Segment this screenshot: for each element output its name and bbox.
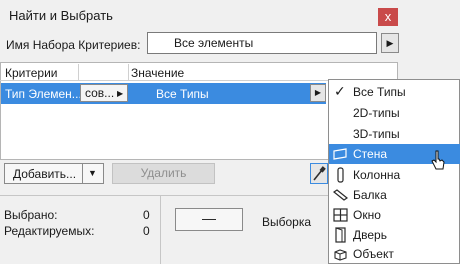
row-value-dropdown-button[interactable]: ▶ <box>310 84 326 102</box>
deselect-button[interactable]: — <box>175 208 243 231</box>
mouse-pointer-icon <box>431 150 445 170</box>
dropdown-item-label: 3D-типы <box>353 127 400 141</box>
dropdown-item-all-types[interactable]: ✓ Все Типы <box>329 82 460 102</box>
dropdown-item-label: Колонна <box>353 168 401 182</box>
dropdown-item-label: Дверь <box>353 228 387 242</box>
object-icon <box>334 249 347 261</box>
dropdown-item-label: Объект <box>353 247 394 261</box>
close-button[interactable]: x <box>378 8 398 26</box>
column-header-criteria[interactable]: Критерии <box>5 66 57 80</box>
divider <box>160 196 161 264</box>
wall-icon <box>333 148 347 160</box>
column-header-value[interactable]: Значение <box>131 66 184 80</box>
dropdown-item-label: Стена <box>353 147 388 161</box>
dropdown-item-2d-types[interactable]: 2D-типы <box>329 103 460 123</box>
play-icon: ▶ <box>117 89 124 98</box>
door-icon <box>335 227 346 243</box>
dropdown-item-3d-types[interactable]: 3D-типы <box>329 124 460 144</box>
title-bar: Найти и Выбрать x <box>0 0 460 30</box>
chevron-down-icon[interactable]: ▼ <box>88 168 97 178</box>
criteria-set-label: Имя Набора Критериев: <box>6 38 141 52</box>
beam-icon <box>332 189 349 201</box>
editable-count-label: Редактируемых: <box>4 224 95 238</box>
close-icon: x <box>384 9 392 24</box>
check-icon: ✓ <box>334 83 346 99</box>
find-and-select-window: Найти и Выбрать x Имя Набора Критериев: … <box>0 0 460 264</box>
criteria-set-select[interactable]: Все элементы <box>147 32 377 54</box>
dropdown-item-window[interactable]: Окно <box>329 205 460 225</box>
dropdown-item-label: 2D-типы <box>353 106 400 120</box>
delete-criterion-button[interactable]: Удалить <box>112 163 215 184</box>
selection-label: Выборка <box>262 215 312 229</box>
selected-count-label: Выбрано: <box>4 208 58 222</box>
play-icon: ▶ <box>314 88 322 97</box>
dropdown-item-label: Окно <box>353 208 381 222</box>
dropdown-item-door[interactable]: Дверь <box>329 225 460 245</box>
split-divider <box>82 164 83 183</box>
window-title: Найти и Выбрать <box>9 8 113 23</box>
add-button-label: Добавить... <box>13 167 77 181</box>
column-icon <box>337 167 344 183</box>
row-criterion-name: Тип Элемен... <box>5 87 82 101</box>
play-icon: ▶ <box>386 38 394 48</box>
column-divider <box>78 64 79 80</box>
pick-parameters-button[interactable] <box>310 163 328 184</box>
selected-count-value: 0 <box>143 208 150 222</box>
dropdown-item-beam[interactable]: Балка <box>329 185 460 205</box>
editable-count-value: 0 <box>143 224 150 238</box>
dropdown-item-label: Балка <box>353 188 387 202</box>
window-icon <box>333 208 348 222</box>
row-value[interactable]: Все Типы <box>156 87 209 101</box>
criteria-set-arrow-button[interactable]: ▶ <box>381 33 399 53</box>
dropdown-item-label: Все Типы <box>353 85 406 99</box>
add-criterion-button[interactable]: Добавить... ▼ <box>4 163 104 184</box>
column-divider <box>128 64 129 80</box>
dropdown-item-object[interactable]: Объект <box>329 244 460 264</box>
eyedropper-icon <box>313 166 326 181</box>
